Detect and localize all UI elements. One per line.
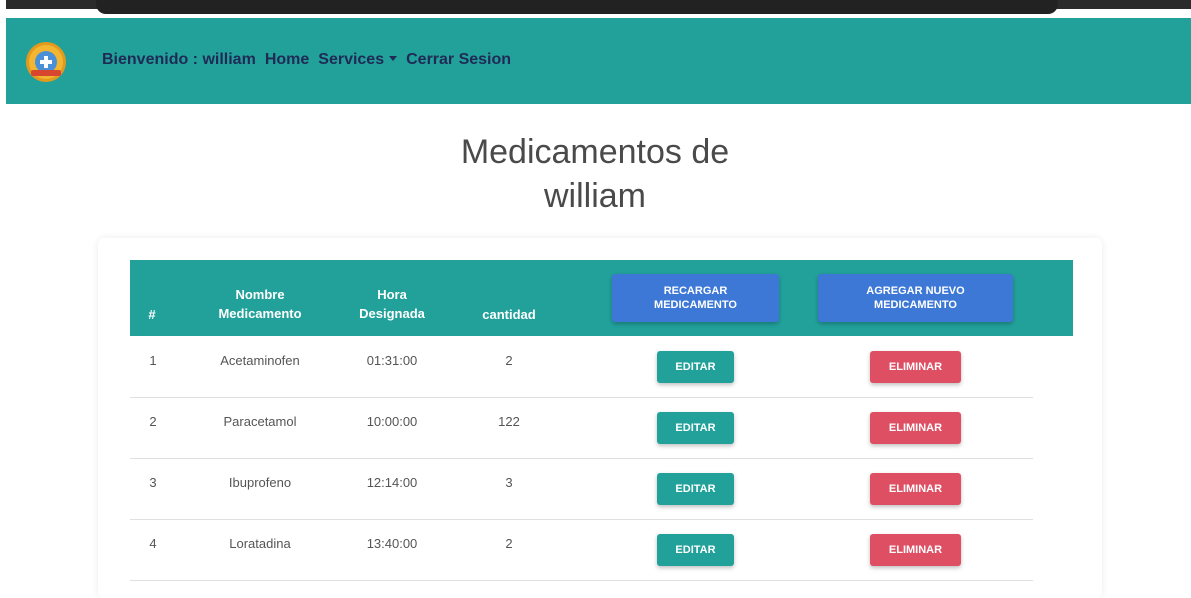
table-header: # Nombre Medicamento Hora Designada cant…: [130, 260, 1073, 336]
delete-button[interactable]: ELIMINAR: [870, 473, 961, 505]
nav-services-label: Services: [318, 51, 385, 68]
page-title-line2: william: [544, 177, 646, 215]
table-row: 1 Acetaminofen 01:31:00 2 EDITAR ELIMINA…: [130, 336, 1033, 398]
delete-button[interactable]: ELIMINAR: [870, 412, 961, 444]
top-strip-pill: [96, 0, 1058, 14]
cell-time: 12:14:00: [366, 475, 418, 490]
medical-logo-icon[interactable]: [26, 42, 66, 82]
header-number: #: [148, 307, 156, 322]
page-title: Medicamentos de william: [395, 130, 795, 218]
cell-number: 1: [149, 353, 157, 368]
table-row: 2 Paracetamol 10:00:00 122 EDITAR ELIMIN…: [130, 397, 1033, 459]
edit-button[interactable]: EDITAR: [657, 473, 734, 505]
reload-medication-button[interactable]: RECARGAR MEDICAMENTO: [612, 274, 779, 322]
browser-top-strip: [0, 0, 1191, 18]
cell-name: Acetaminofen: [220, 353, 300, 368]
edit-button[interactable]: EDITAR: [657, 534, 734, 566]
header-name: Nombre Medicamento: [200, 285, 320, 323]
cell-number: 3: [149, 475, 157, 490]
edit-button[interactable]: EDITAR: [657, 412, 734, 444]
cell-name: Ibuprofeno: [228, 475, 292, 490]
nav-logout-link[interactable]: Cerrar Sesion: [406, 51, 511, 69]
add-button-line1: AGREGAR NUEVO: [866, 285, 965, 297]
header-quantity: cantidad: [482, 307, 536, 322]
table-row: 3 Ibuprofeno 12:14:00 3 EDITAR ELIMINAR: [130, 458, 1033, 520]
cell-name: Paracetamol: [223, 414, 297, 429]
edit-button[interactable]: EDITAR: [657, 351, 734, 383]
cell-time: 10:00:00: [366, 414, 418, 429]
nav-links: Bienvenido : william Home Services Cerra…: [102, 51, 511, 69]
add-medication-button[interactable]: AGREGAR NUEVO MEDICAMENTO: [818, 274, 1013, 322]
reload-button-line1: RECARGAR: [663, 285, 728, 297]
cell-time: 01:31:00: [366, 353, 418, 368]
delete-button[interactable]: ELIMINAR: [870, 351, 961, 383]
cell-name: Loratadina: [229, 536, 291, 551]
header-time: Hora Designada: [352, 285, 432, 323]
caret-down-icon: [389, 56, 398, 62]
cell-quantity: 122: [498, 414, 520, 429]
table-row: 4 Loratadina 13:40:00 2 EDITAR ELIMINAR: [130, 519, 1033, 581]
nav-home-link[interactable]: Home: [265, 51, 309, 69]
welcome-text: Bienvenido : william: [102, 51, 256, 68]
cell-time: 13:40:00: [366, 536, 418, 551]
header-time-line1: Hora: [377, 287, 407, 302]
cell-number: 2: [149, 414, 157, 429]
navbar: Bienvenido : william Home Services Cerra…: [6, 18, 1191, 104]
logo-band: [31, 70, 61, 76]
delete-button[interactable]: ELIMINAR: [870, 534, 961, 566]
header-time-line2: Designada: [359, 306, 425, 321]
reload-button-line2: MEDICAMENTO: [654, 299, 737, 311]
cell-quantity: 3: [505, 475, 513, 490]
cell-number: 4: [149, 536, 157, 551]
cell-quantity: 2: [505, 353, 513, 368]
add-button-line2: MEDICAMENTO: [874, 299, 957, 311]
nav-services-dropdown[interactable]: Services: [318, 51, 398, 69]
header-name-line2: Medicamento: [218, 306, 302, 321]
header-name-line1: Nombre: [235, 287, 285, 302]
page-title-line1: Medicamentos de: [460, 133, 730, 171]
cell-quantity: 2: [505, 536, 513, 551]
logo-cross-vertical: [44, 56, 48, 68]
